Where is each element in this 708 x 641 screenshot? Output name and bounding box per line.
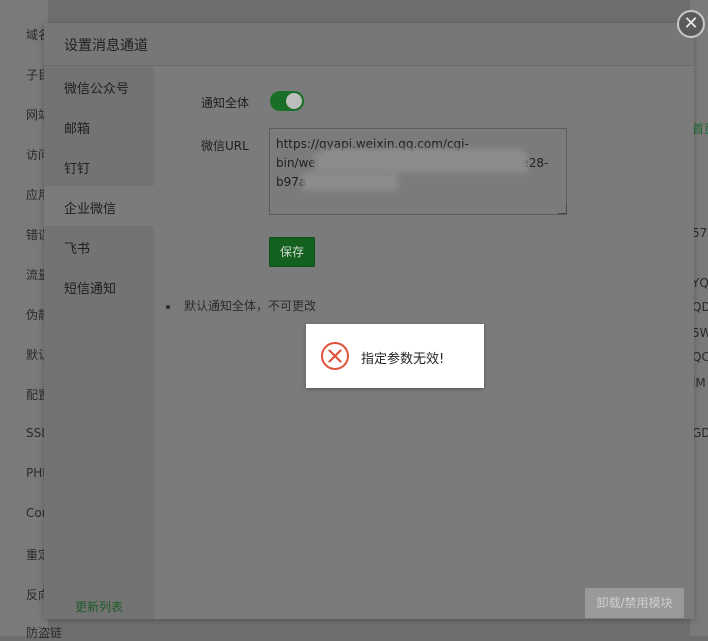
dialog-title: 设置消息通道 <box>64 38 148 54</box>
redaction-blur <box>302 173 398 191</box>
background-sidebar: 域名 子目 网站 访问 应用 错误 流量 伪静 默认 配置 SSL PHP Co… <box>0 0 62 640</box>
update-list-link[interactable]: 更新列表 <box>75 598 123 615</box>
toggle-knob <box>286 93 302 109</box>
notify-all-toggle[interactable] <box>270 91 304 111</box>
nav-item-email[interactable]: 邮箱 <box>44 106 154 146</box>
error-toast: 指定参数无效! <box>306 324 484 388</box>
bg-right-text: iM <box>692 376 706 390</box>
message-channel-dialog: 设置消息通道 微信公众号 邮箱 钉钉 企业微信 飞书 短信通知 更新列表 通知全… <box>44 23 694 619</box>
uninstall-disable-module-button[interactable]: 卸载/禁用模块 <box>585 588 684 618</box>
redaction-blur <box>314 153 528 173</box>
save-button[interactable]: 保存 <box>269 237 315 267</box>
toast-message: 指定参数无效! <box>361 352 445 367</box>
bullet-dot <box>166 304 170 309</box>
bg-right-text: YQ <box>692 276 708 290</box>
note-text: 默认通知全体，不可更改 <box>184 299 317 313</box>
bg-right-text: 574 <box>692 226 708 240</box>
nav-item-label: 钉钉 <box>64 162 91 177</box>
bg-right-text: GD <box>692 426 708 440</box>
nav-item-label: 微信公众号 <box>64 82 130 97</box>
dialog-header: 设置消息通道 <box>44 23 694 66</box>
bg-right-text: QD <box>692 300 708 314</box>
wechat-url-label: 微信URL <box>201 139 249 153</box>
error-circle-icon <box>321 342 349 370</box>
notify-note: 默认通知全体，不可更改 <box>166 297 316 314</box>
nav-item-feishu[interactable]: 飞书 <box>44 226 154 266</box>
nav-item-label: 飞书 <box>64 242 91 257</box>
nav-item-sms[interactable]: 短信通知 <box>44 266 154 306</box>
nav-item-dingtalk[interactable]: 钉钉 <box>44 146 154 186</box>
bg-right-text: QC <box>692 350 708 364</box>
nav-item-label: 邮箱 <box>64 122 91 137</box>
nav-item-wechat-official[interactable]: 微信公众号 <box>44 66 154 106</box>
nav-item-wecom[interactable]: 企业微信 <box>44 186 154 226</box>
channel-nav: 微信公众号 邮箱 钉钉 企业微信 飞书 短信通知 <box>44 66 154 579</box>
textarea-resize-handle[interactable] <box>558 205 567 214</box>
bg-menu-item: 防盗链 <box>26 626 63 640</box>
close-icon[interactable]: ✕ <box>677 10 705 38</box>
nav-item-label: 企业微信 <box>64 202 117 217</box>
nav-item-label: 短信通知 <box>64 282 117 297</box>
bg-right-text: 首页 <box>692 122 708 136</box>
bg-right-text: 5W <box>692 326 708 340</box>
notify-all-label: 通知全体 <box>201 96 250 110</box>
